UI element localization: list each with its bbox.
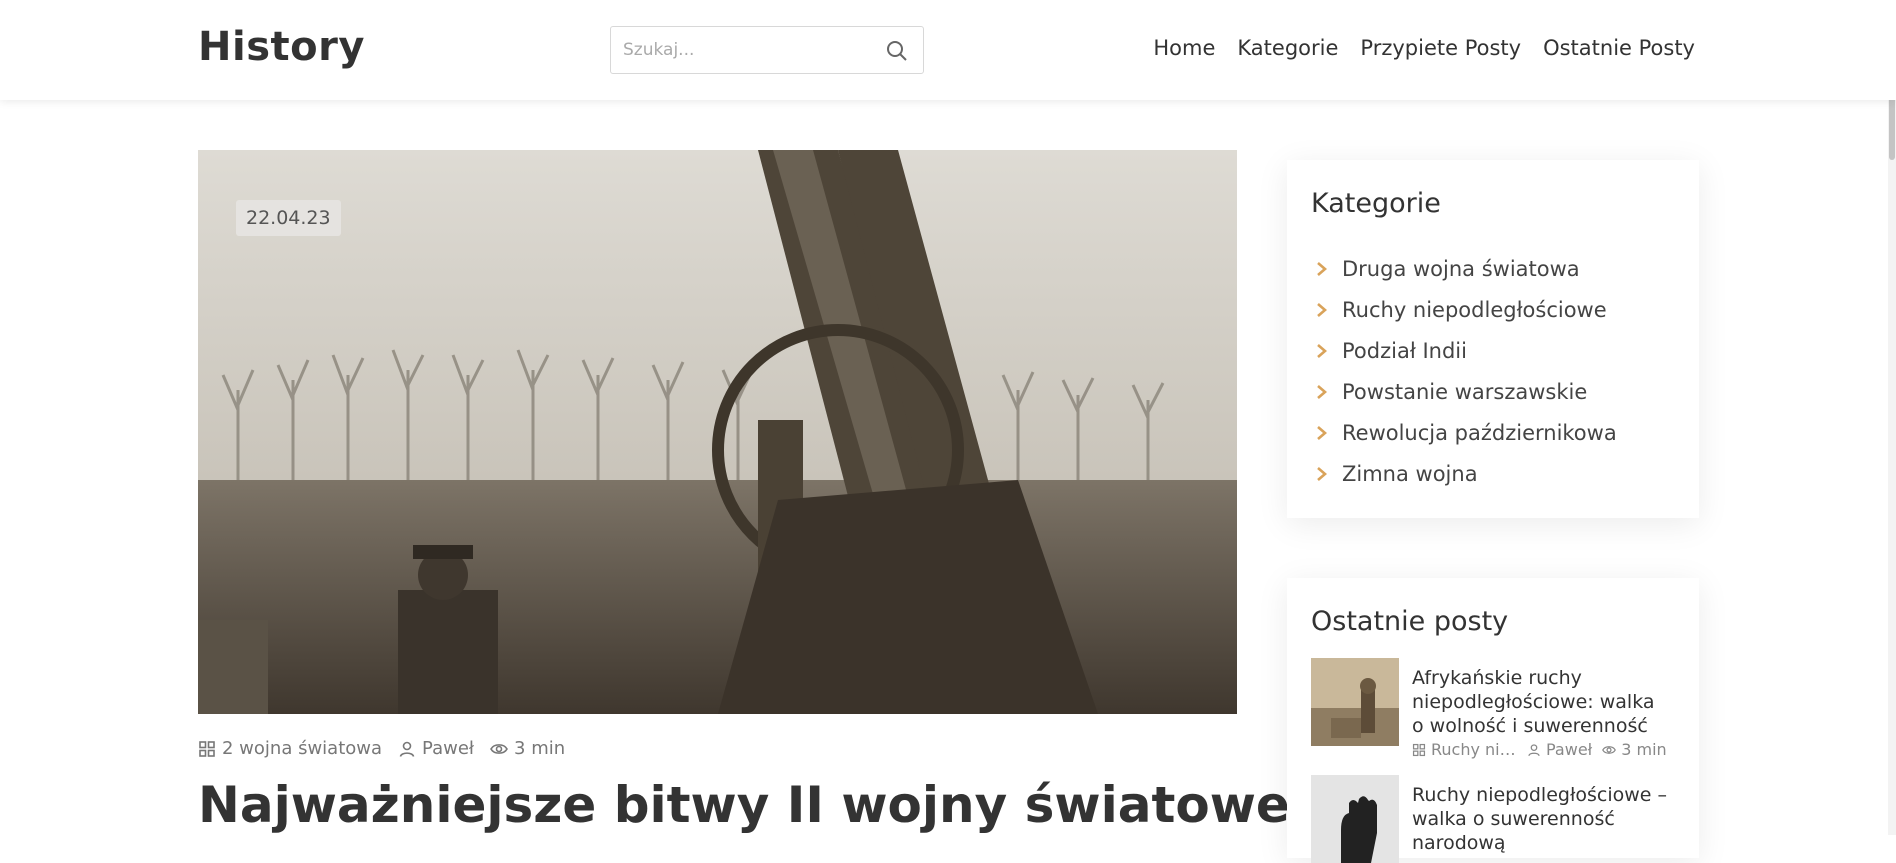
eye-icon	[1602, 745, 1617, 754]
grid-icon	[1412, 743, 1426, 756]
post-category-label: 2 wojna światowa	[222, 738, 383, 759]
recent-post-read-time: 3 min	[1602, 740, 1667, 759]
site-logo[interactable]: History	[198, 24, 365, 70]
grid-icon	[199, 740, 215, 757]
recent-post-title[interactable]: Ruchy niepodległościowe – walka o suwere…	[1412, 783, 1672, 855]
nav-przypiete-posty[interactable]: Przypiete Posty	[1360, 36, 1521, 60]
recent-post-category-label: Ruchy niepodległościowe	[1431, 740, 1517, 759]
recent-post-meta-row: Ruchy niepodległościowe Paweł 3 min	[1412, 740, 1782, 759]
nav-home[interactable]: Home	[1153, 36, 1215, 60]
category-label: Podział Indii	[1342, 338, 1467, 363]
recent-posts-widget: Ostatnie posty Afrykańskie ruchy niepodl…	[1287, 578, 1699, 863]
categories-widget: Kategorie Druga wojna światowa Ruchy nie…	[1287, 160, 1699, 518]
user-icon	[399, 741, 415, 757]
recent-post-thumbnail[interactable]	[1311, 775, 1399, 863]
nav-kategorie[interactable]: Kategorie	[1237, 36, 1338, 60]
post-author[interactable]: Paweł	[398, 738, 474, 759]
post-date-badge: 22.04.23	[236, 200, 341, 236]
chevron-right-icon	[1317, 425, 1327, 440]
chevron-right-icon	[1317, 302, 1327, 317]
artillery-photo	[198, 150, 1237, 714]
nav-ostatnie-posty[interactable]: Ostatnie Posty	[1543, 36, 1695, 60]
recent-posts-widget-title: Ostatnie posty	[1311, 606, 1509, 637]
post-author-label: Paweł	[422, 738, 475, 759]
category-item[interactable]: Ruchy niepodległościowe	[1315, 289, 1617, 330]
category-label: Rewolucja październikowa	[1342, 420, 1617, 445]
chevron-right-icon	[1317, 466, 1327, 481]
recent-post-author[interactable]: Paweł	[1527, 740, 1592, 759]
eye-icon	[490, 743, 508, 754]
category-list: Druga wojna światowa Ruchy niepodległośc…	[1315, 248, 1617, 494]
category-item[interactable]: Powstanie warszawskie	[1315, 371, 1617, 412]
category-item[interactable]: Druga wojna światowa	[1315, 248, 1617, 289]
category-item[interactable]: Zimna wojna	[1315, 453, 1617, 494]
recent-post-meta: Ruchy niepodległościowe Paweł 3 min	[1412, 740, 1782, 759]
recent-post-read-time-label: 3 min	[1621, 740, 1667, 759]
fist-thumbnail-image	[1311, 775, 1399, 863]
post-meta: 2 wojna światowa Paweł 3 min	[198, 738, 565, 759]
category-label: Ruchy niepodległościowe	[1342, 297, 1607, 322]
post-category[interactable]: 2 wojna światowa	[198, 738, 382, 759]
main-nav: Home Kategorie Przypiete Posty Ostatnie …	[1153, 36, 1695, 60]
tower-thumbnail-image	[1311, 658, 1399, 746]
site-header: History Home Kategorie Przypiete Posty O…	[0, 0, 1896, 100]
chevron-right-icon	[1317, 261, 1327, 276]
user-icon	[1528, 743, 1540, 756]
category-item[interactable]: Podział Indii	[1315, 330, 1617, 371]
category-label: Druga wojna światowa	[1342, 256, 1580, 281]
recent-post-author-label: Paweł	[1546, 740, 1593, 759]
post-featured-image[interactable]: 22.04.23	[198, 150, 1237, 714]
search-input[interactable]	[611, 27, 881, 73]
recent-post-meta-items: Ruchy niepodległościowe Paweł 3 min	[1412, 740, 1782, 759]
recent-post-category[interactable]: Ruchy niepodległościowe	[1412, 740, 1517, 759]
categories-widget-title: Kategorie	[1311, 188, 1441, 219]
chevron-right-icon	[1317, 384, 1327, 399]
recent-post-thumbnail[interactable]	[1311, 658, 1399, 746]
category-label: Zimna wojna	[1342, 461, 1478, 486]
search-icon[interactable]	[885, 39, 909, 63]
chevron-right-icon	[1317, 343, 1327, 358]
search-box	[610, 26, 924, 74]
category-item[interactable]: Rewolucja październikowa	[1315, 412, 1617, 453]
recent-post-title[interactable]: Afrykańskie ruchy niepodległościowe: wal…	[1412, 666, 1672, 738]
category-label: Powstanie warszawskie	[1342, 379, 1588, 404]
post-read-time: 3 min	[490, 738, 565, 759]
post-read-time-label: 3 min	[514, 738, 566, 759]
page-scrollbar[interactable]	[1888, 0, 1896, 835]
